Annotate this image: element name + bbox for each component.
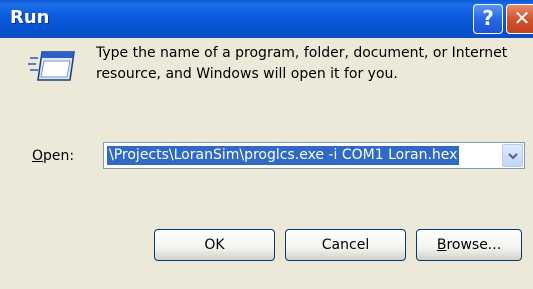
browse-mnemonic: B [436, 237, 447, 253]
close-button[interactable]: ✕ [506, 4, 533, 34]
open-label-text: pen: [43, 148, 75, 164]
chevron-down-icon [508, 153, 518, 160]
cancel-button[interactable]: Cancel [285, 229, 406, 261]
help-icon: ? [482, 6, 494, 30]
window-title: Run [10, 7, 50, 28]
open-command-input[interactable]: \Projects\LoranSim\proglcs.exe -i COM1 L… [107, 146, 460, 165]
dialog-description: Type the name of a program, folder, docu… [96, 45, 508, 82]
open-label-mnemonic: O [32, 148, 44, 164]
ok-button[interactable]: OK [154, 229, 275, 261]
run-program-icon [28, 48, 76, 84]
combobox-dropdown-button[interactable] [502, 144, 523, 167]
open-label: Open: [32, 148, 74, 164]
run-dialog: Run ? ✕ Type the name of a program, fold… [0, 0, 533, 289]
help-button[interactable]: ? [473, 4, 503, 34]
browse-button[interactable]: Browse... [416, 229, 522, 261]
open-command-combobox[interactable]: \Projects\LoranSim\proglcs.exe -i COM1 L… [103, 142, 525, 169]
browse-label: rowse... [446, 237, 502, 253]
title-bar[interactable]: Run ? ✕ [0, 0, 533, 38]
close-icon: ✕ [513, 6, 531, 30]
